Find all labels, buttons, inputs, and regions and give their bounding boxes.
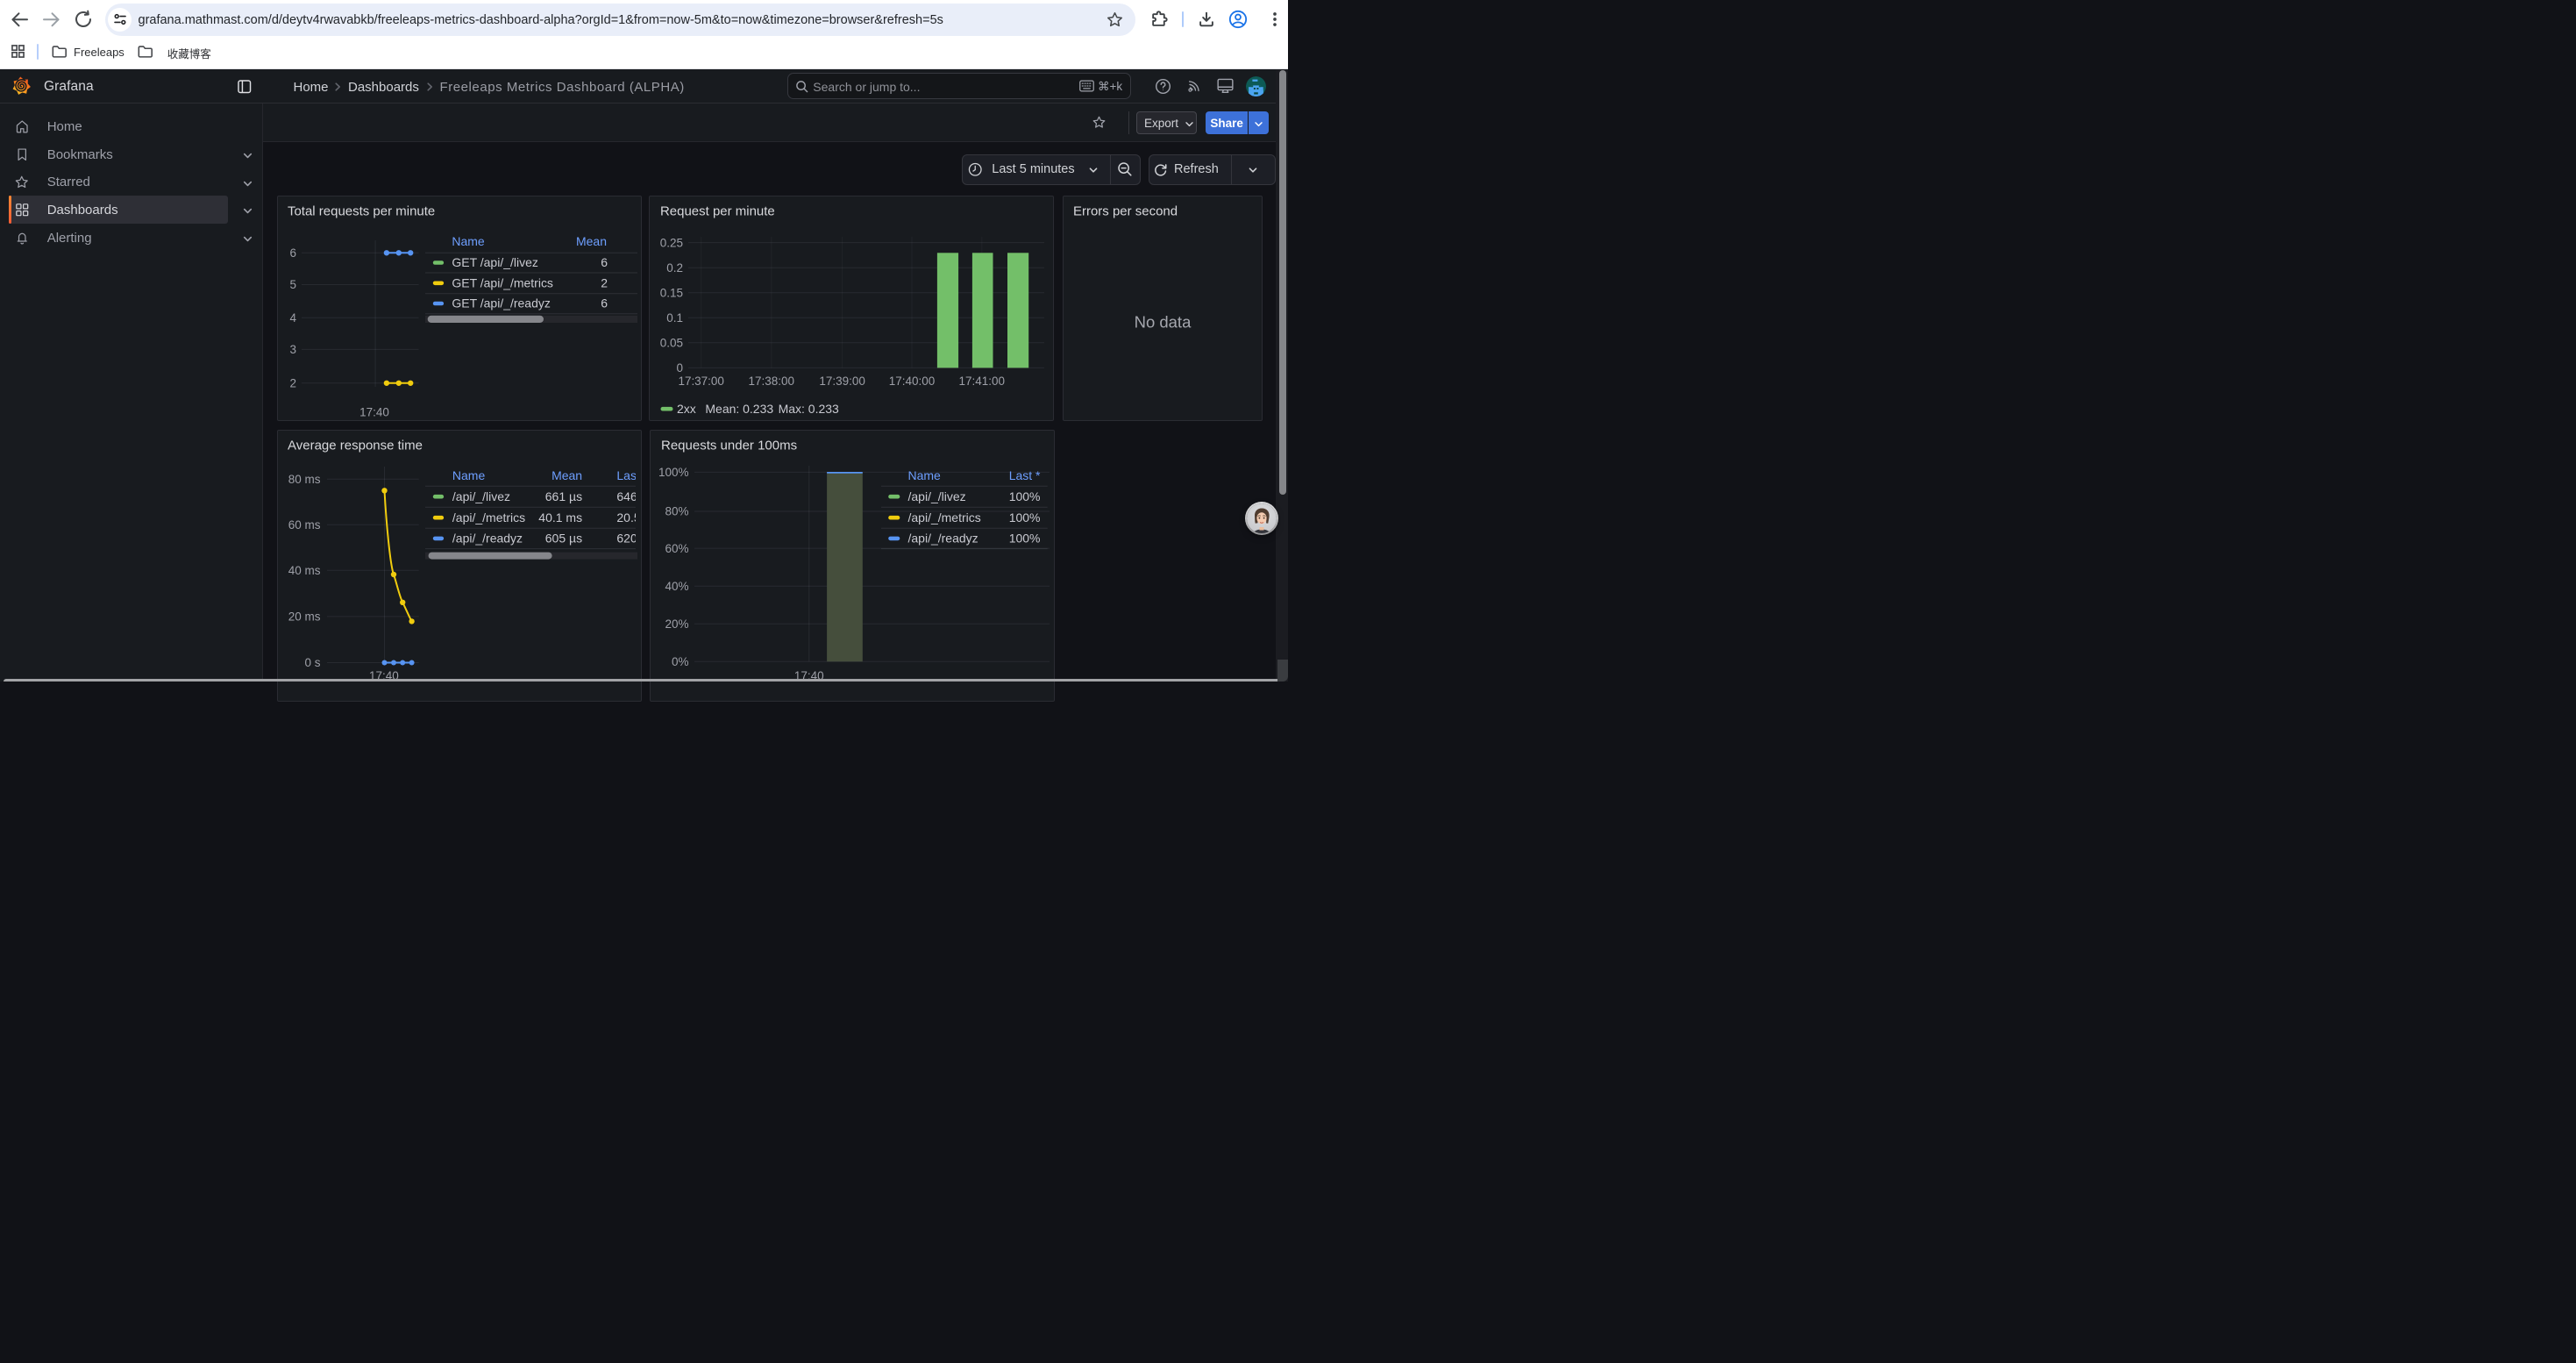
svg-text:/api/_/livez: /api/_/livez <box>452 489 510 503</box>
svg-text:Mean: Mean <box>576 234 607 248</box>
svg-text:2: 2 <box>290 376 297 389</box>
svg-text:Errors per second: Errors per second <box>1073 203 1178 218</box>
svg-text:661 µs: 661 µs <box>545 489 582 503</box>
svg-text:100%: 100% <box>1008 510 1040 525</box>
svg-text:17:39:00: 17:39:00 <box>819 375 865 388</box>
svg-text:4: 4 <box>290 311 297 325</box>
svg-text:40 ms: 40 ms <box>288 564 321 577</box>
svg-text:100%: 100% <box>658 466 688 479</box>
svg-text:20 ms: 20 ms <box>288 610 321 623</box>
svg-text:17:40: 17:40 <box>359 405 389 418</box>
svg-text:605 µs: 605 µs <box>545 531 582 545</box>
svg-text:17:40:00: 17:40:00 <box>889 375 936 388</box>
svg-text:0%: 0% <box>671 655 688 668</box>
svg-text:Last *: Last * <box>1008 468 1040 482</box>
svg-text:3: 3 <box>290 343 297 356</box>
svg-text:17:37:00: 17:37:00 <box>678 375 724 388</box>
svg-text:No data: No data <box>1134 313 1191 332</box>
svg-text:Name: Name <box>907 468 941 482</box>
svg-text:100%: 100% <box>1008 531 1040 545</box>
svg-text:Max: 0.233: Max: 0.233 <box>779 402 839 416</box>
svg-text:/api/_/readyz: /api/_/readyz <box>452 531 523 545</box>
svg-text:Name: Name <box>452 468 486 482</box>
svg-text:0 s: 0 s <box>304 656 320 669</box>
svg-text:Mean: 0.233: Mean: 0.233 <box>705 402 773 416</box>
svg-text:17:38:00: 17:38:00 <box>749 375 795 388</box>
svg-text:5: 5 <box>290 278 297 291</box>
svg-text:0: 0 <box>677 361 684 375</box>
svg-text:0.2: 0.2 <box>666 261 683 275</box>
svg-text:6: 6 <box>601 255 608 269</box>
svg-text:17:41:00: 17:41:00 <box>959 375 1006 388</box>
svg-text:Requests under 100ms: Requests under 100ms <box>661 438 797 453</box>
svg-text:6: 6 <box>601 296 608 310</box>
svg-text:Mean: Mean <box>551 468 582 482</box>
svg-text:20%: 20% <box>665 617 688 631</box>
svg-text:GET /api/_/readyz: GET /api/_/readyz <box>452 296 550 310</box>
svg-text:80%: 80% <box>665 504 688 517</box>
svg-text:0.1: 0.1 <box>666 311 683 325</box>
svg-text:Request per minute: Request per minute <box>660 203 775 218</box>
svg-text:/api/_/metrics: /api/_/metrics <box>452 510 525 525</box>
svg-text:80 ms: 80 ms <box>288 473 321 486</box>
svg-text:40.1 ms: 40.1 ms <box>538 510 582 525</box>
svg-text:0.05: 0.05 <box>660 336 683 349</box>
svg-text:/api/_/livez: /api/_/livez <box>907 489 965 503</box>
svg-text:Name: Name <box>452 234 485 248</box>
svg-text:GET /api/_/livez: GET /api/_/livez <box>452 255 537 269</box>
svg-text:60 ms: 60 ms <box>288 518 321 532</box>
svg-text:Total requests per minute: Total requests per minute <box>288 203 435 218</box>
svg-text:/api/_/readyz: /api/_/readyz <box>907 531 978 545</box>
svg-text:GET /api/_/metrics: GET /api/_/metrics <box>452 275 553 289</box>
svg-text:40%: 40% <box>665 580 688 593</box>
svg-text:2: 2 <box>601 275 608 289</box>
svg-text:100%: 100% <box>1008 489 1040 503</box>
svg-text:/api/_/metrics: /api/_/metrics <box>907 510 980 525</box>
svg-text:60%: 60% <box>665 541 688 554</box>
svg-text:2xx: 2xx <box>677 402 696 416</box>
svg-text:0.25: 0.25 <box>660 236 683 249</box>
svg-text:0.15: 0.15 <box>660 286 683 299</box>
svg-text:6: 6 <box>290 246 297 260</box>
svg-text:Average response time: Average response time <box>288 438 423 453</box>
